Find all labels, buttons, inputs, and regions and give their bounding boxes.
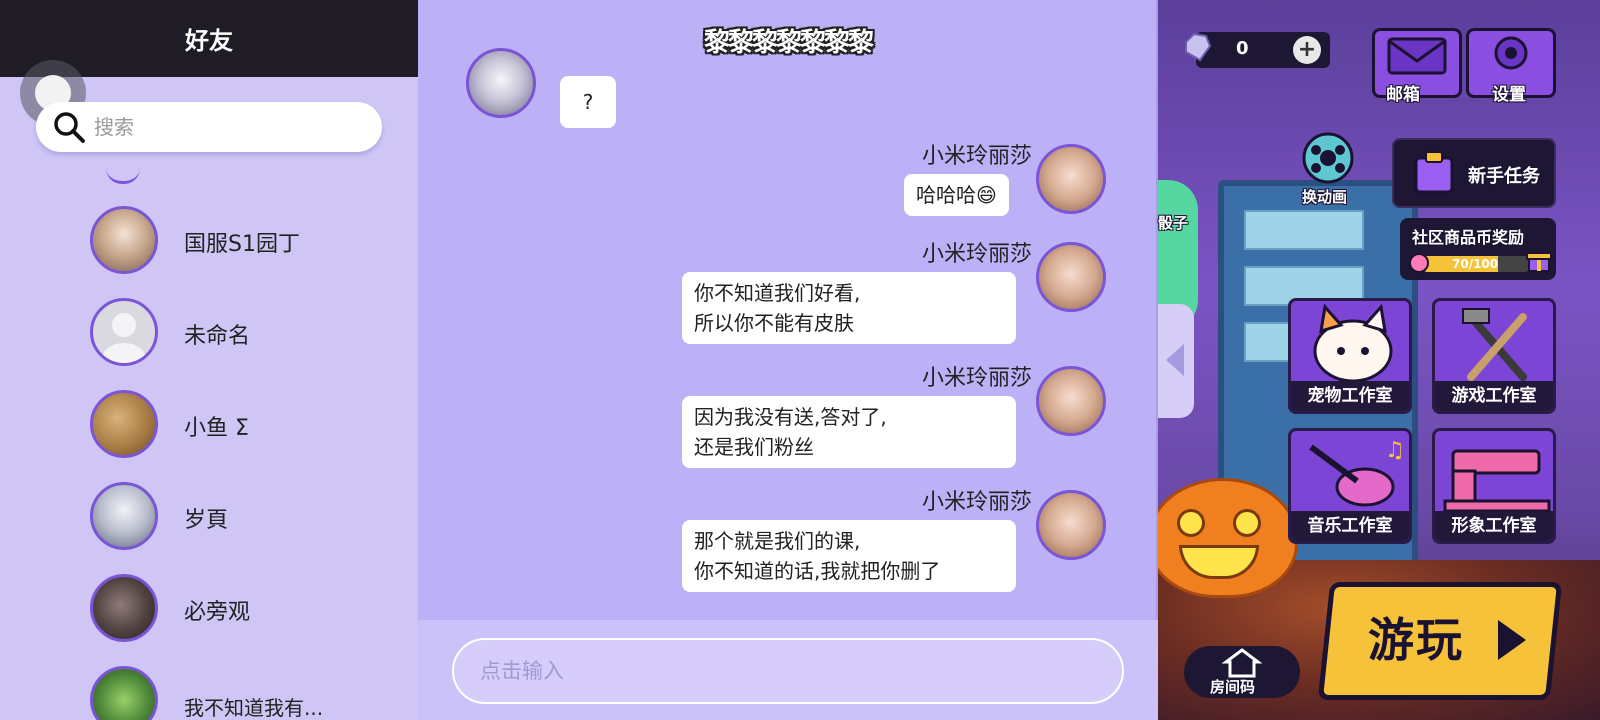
message-text: 哈哈哈😄 bbox=[916, 183, 997, 207]
guitar-icon: ♫ bbox=[1309, 438, 1405, 507]
settings-label: 设置 bbox=[1492, 85, 1526, 105]
dice-label: 骰子 bbox=[1158, 214, 1189, 232]
friend-item[interactable]: 小鱼 Σ bbox=[0, 390, 418, 470]
friend-name: 小鱼 Σ bbox=[184, 416, 249, 441]
pet-studio-label: 宠物工作室 bbox=[1291, 381, 1409, 411]
sender-name: 小米玲丽莎 bbox=[921, 242, 1032, 267]
friend-item[interactable]: 国服S1园丁 bbox=[0, 206, 418, 286]
avatar[interactable] bbox=[466, 48, 536, 118]
sender-name: 小米玲丽莎 bbox=[921, 366, 1032, 391]
default-user-icon bbox=[102, 313, 146, 363]
room-code-button[interactable]: 房间码 bbox=[1184, 646, 1300, 698]
message-text: 因为我没有送,答对了, bbox=[694, 405, 887, 429]
cat-icon bbox=[1313, 303, 1393, 383]
house-icon bbox=[1222, 648, 1262, 678]
friend-item[interactable]: 必旁观 bbox=[0, 574, 418, 654]
film-reel-icon[interactable] bbox=[1290, 128, 1366, 192]
avatar bbox=[90, 482, 158, 550]
music-studio-button[interactable]: ♫ 音乐工作室 bbox=[1288, 428, 1412, 544]
avatar[interactable] bbox=[1036, 490, 1106, 560]
appearance-studio-button[interactable]: 形象工作室 bbox=[1432, 428, 1556, 544]
svg-text:♫: ♫ bbox=[1385, 438, 1405, 463]
friend-name: 国服S1园丁 bbox=[184, 232, 300, 257]
sewing-machine-icon bbox=[1443, 449, 1551, 513]
avatar bbox=[90, 574, 158, 642]
mail-icon bbox=[1387, 37, 1447, 75]
avatar[interactable] bbox=[1036, 144, 1106, 214]
avatar[interactable] bbox=[1036, 366, 1106, 436]
message-bubble: 哈哈哈😄 bbox=[904, 174, 1009, 216]
chat-input[interactable] bbox=[452, 638, 1124, 704]
friend-name: 岁頁 bbox=[184, 508, 229, 533]
currency-value: 0 bbox=[1236, 38, 1249, 59]
friend-name: 我不知道我有... bbox=[184, 696, 324, 720]
friend-name: 必旁观 bbox=[184, 600, 251, 625]
chat-title: 黎黎黎黎黎黎黎 bbox=[703, 28, 874, 58]
game-studio-button[interactable]: 游戏工作室 bbox=[1432, 298, 1556, 414]
pumpkin-decoration bbox=[1158, 478, 1298, 598]
friend-item[interactable]: 我不知道我有... bbox=[0, 666, 418, 720]
friend-item[interactable]: 未命名 bbox=[0, 298, 418, 378]
search-bar[interactable] bbox=[36, 102, 382, 152]
pet-studio-button[interactable]: 宠物工作室 bbox=[1288, 298, 1412, 414]
avatar bbox=[90, 390, 158, 458]
play-label: 游玩 bbox=[1368, 613, 1464, 667]
community-reward-label: 社区商品币奖励 bbox=[1412, 228, 1525, 247]
sender-name: 小米玲丽莎 bbox=[921, 490, 1032, 515]
chevron-left-icon bbox=[1166, 344, 1184, 376]
chat-panel: 黎黎黎黎黎黎黎 ? 小米玲丽莎 哈哈哈😄 小米玲丽莎 你不知道我们好看, 所以你… bbox=[418, 0, 1158, 720]
sender-name: 小米玲丽莎 bbox=[921, 144, 1032, 169]
switch-animation-label: 换动画 bbox=[1302, 188, 1348, 206]
friend-name: 未命名 bbox=[184, 324, 251, 349]
message-text: 你不知道的话,我就把你删了 bbox=[694, 559, 941, 583]
message-bubble: 你不知道我们好看, 所以你不能有皮肤 bbox=[682, 272, 1016, 344]
message-text: 那个就是我们的课, bbox=[694, 529, 861, 553]
search-icon bbox=[54, 112, 85, 143]
message-bubble: 那个就是我们的课, 你不知道的话,我就把你删了 bbox=[682, 520, 1016, 592]
message-text: 你不知道我们好看, bbox=[694, 281, 861, 305]
message-text: 所以你不能有皮肤 bbox=[694, 311, 854, 335]
tools-icon bbox=[1462, 308, 1527, 381]
avatar bbox=[90, 206, 158, 274]
message-bubble: ? bbox=[560, 76, 616, 128]
gear-icon bbox=[1494, 36, 1528, 70]
chat-input-area bbox=[418, 620, 1158, 720]
newbie-task-button[interactable]: 新手任务 bbox=[1392, 138, 1556, 208]
avatar bbox=[90, 666, 158, 720]
coin-icon bbox=[1409, 253, 1429, 273]
appearance-studio-label: 形象工作室 bbox=[1435, 511, 1553, 541]
message-text: 还是我们粉丝 bbox=[694, 435, 814, 459]
message-text: ? bbox=[582, 90, 594, 114]
mail-label: 邮箱 bbox=[1386, 85, 1420, 105]
message-bubble: 因为我没有送,答对了, 还是我们粉丝 bbox=[682, 396, 1016, 468]
friends-panel: 好友 国服S1园丁 未命名 小鱼 Σ 岁頁 必旁观 我不知道我有... bbox=[0, 0, 418, 720]
add-currency-button[interactable]: + bbox=[1293, 36, 1321, 64]
newbie-task-label: 新手任务 bbox=[1468, 166, 1540, 187]
friend-item[interactable]: 岁頁 bbox=[0, 482, 418, 562]
reward-progress-text: 70/100 bbox=[1452, 257, 1499, 271]
gem-icon bbox=[1185, 32, 1212, 62]
avatar bbox=[90, 298, 158, 366]
search-input[interactable] bbox=[94, 115, 354, 139]
room-code-label: 房间码 bbox=[1210, 678, 1256, 696]
gift-icon bbox=[1526, 252, 1552, 272]
play-arrow-icon bbox=[1498, 620, 1526, 660]
task-board-icon bbox=[1414, 151, 1454, 194]
music-studio-label: 音乐工作室 bbox=[1291, 511, 1409, 541]
avatar[interactable] bbox=[1036, 242, 1106, 312]
partial-avatar bbox=[106, 168, 140, 184]
game-studio-label: 游戏工作室 bbox=[1435, 381, 1553, 411]
